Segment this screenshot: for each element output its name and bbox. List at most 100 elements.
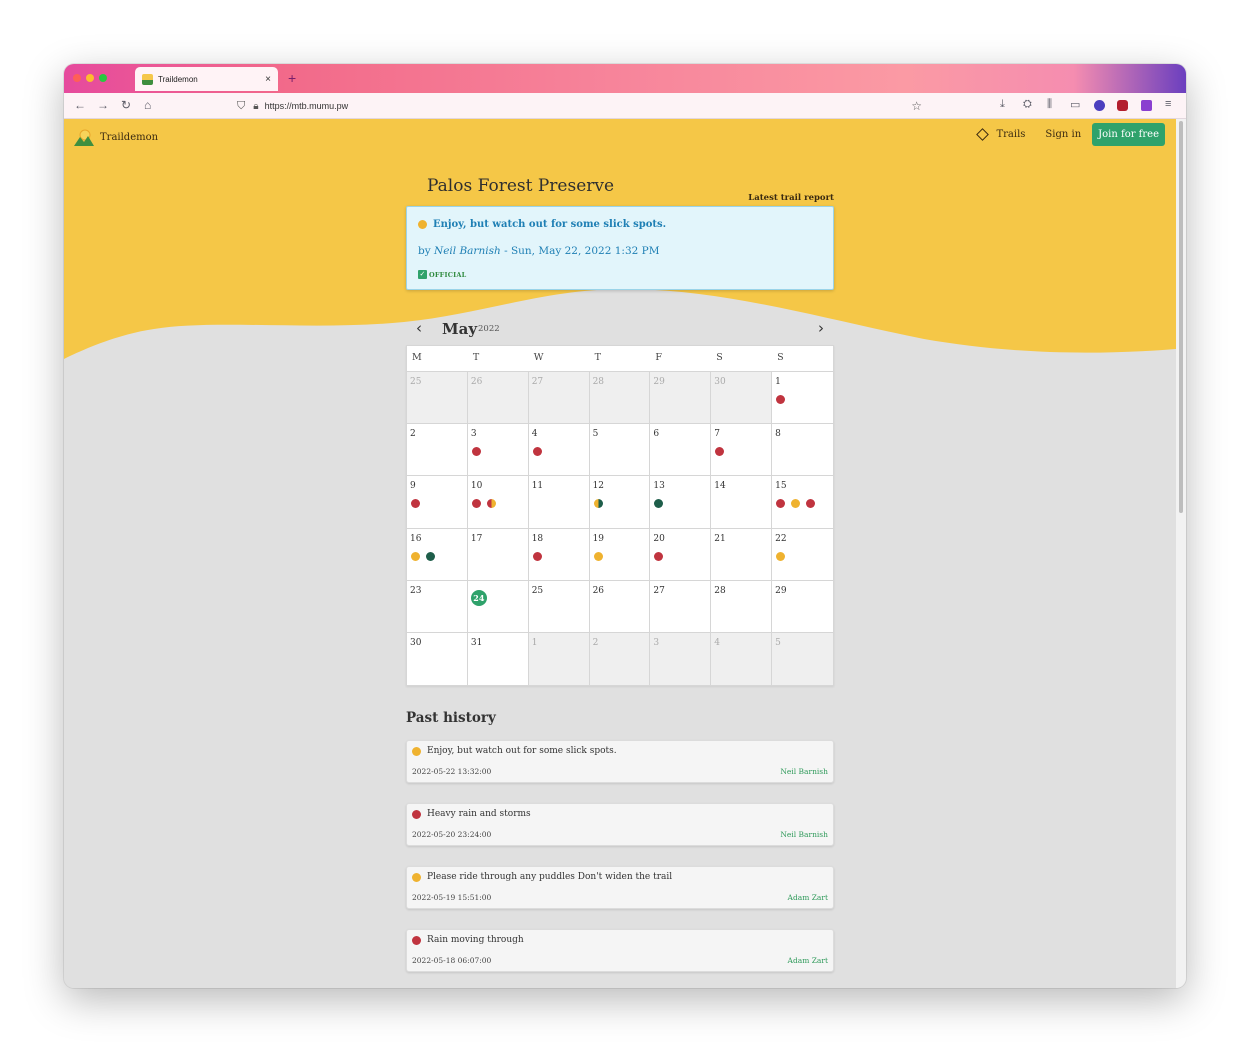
history-author-link[interactable]: Adam Zart <box>788 956 828 965</box>
calendar-day[interactable]: 15 <box>772 476 833 527</box>
report-status-dot-icon[interactable] <box>486 499 496 509</box>
history-item[interactable]: Rain moving through 2022-05-18 06:07:00 Ad… <box>406 929 834 972</box>
calendar-day[interactable]: 1 <box>772 372 833 423</box>
calendar-day[interactable]: 26 <box>590 580 651 632</box>
page-scrollbar[interactable] <box>1176 119 1186 988</box>
calendar-day[interactable]: 22 <box>772 529 833 580</box>
new-tab-button[interactable]: + <box>288 70 296 86</box>
next-month-button[interactable]: › <box>818 319 824 337</box>
sign-in-link[interactable]: Sign in <box>1045 129 1081 140</box>
calendar-day[interactable]: 30 <box>407 632 468 686</box>
calendar-day[interactable]: 29 <box>650 372 712 424</box>
report-status-dot-icon[interactable] <box>532 551 542 561</box>
report-status-dot-icon[interactable] <box>471 499 481 509</box>
report-author[interactable]: Neil Barnish <box>434 245 501 257</box>
report-status-dot-icon[interactable] <box>776 499 786 509</box>
calendar-day[interactable]: 12 <box>590 476 651 528</box>
sidebar-icon[interactable]: ▭ <box>1070 98 1080 111</box>
report-status-dot-icon[interactable] <box>411 551 420 561</box>
library-icon[interactable]: ⫼ <box>1047 98 1052 111</box>
extension-check-icon[interactable] <box>1141 100 1152 111</box>
downloads-icon[interactable]: ⤓ <box>1000 98 1005 111</box>
tracking-shield-icon[interactable]: ⛉ <box>237 100 245 113</box>
calendar-day[interactable]: 29 <box>772 581 833 632</box>
calendar-day[interactable]: 13 <box>650 476 712 528</box>
calendar-day[interactable]: 18 <box>529 528 590 580</box>
report-status-dot-icon[interactable] <box>532 447 542 457</box>
close-window-button[interactable] <box>73 74 81 82</box>
lock-icon[interactable]: 🔒︎ <box>253 101 258 112</box>
report-status-dot-icon[interactable] <box>776 551 786 561</box>
calendar-day[interactable]: 14 <box>711 476 773 528</box>
calendar-day[interactable]: 28 <box>711 580 773 632</box>
report-status-dot-icon[interactable] <box>776 395 786 404</box>
calendar-day[interactable]: 17 <box>468 528 529 580</box>
pocket-icon[interactable]: ⛭ <box>1023 98 1032 111</box>
reload-icon[interactable]: ↻ <box>121 98 131 112</box>
browser-tab[interactable]: Traildemon × <box>135 67 278 91</box>
calendar-day[interactable]: 3 <box>468 424 529 476</box>
calendar-day[interactable]: 9 <box>407 476 468 528</box>
url-text[interactable]: https://mtb.mumu.pw <box>265 101 349 111</box>
report-status-dot-icon[interactable] <box>426 551 435 561</box>
history-author-link[interactable]: Neil Barnish <box>780 830 828 839</box>
calendar-day[interactable]: 5 <box>590 424 651 476</box>
calendar-day[interactable]: 27 <box>528 372 590 424</box>
calendar-day[interactable]: 27 <box>650 580 712 632</box>
report-status-dot-icon[interactable] <box>715 447 725 457</box>
home-icon[interactable]: ⌂ <box>144 98 151 112</box>
calendar-day[interactable]: 4 <box>711 632 773 686</box>
calendar-day[interactable]: 8 <box>772 424 833 475</box>
calendar-day[interactable]: 26 <box>467 372 529 424</box>
calendar-day[interactable]: 19 <box>590 528 651 580</box>
calendar-day[interactable]: 10 <box>468 476 529 528</box>
calendar-day[interactable]: 7 <box>711 424 773 476</box>
scrollbar-thumb[interactable] <box>1179 121 1183 513</box>
calendar-day[interactable]: 2 <box>589 632 651 686</box>
calendar-day[interactable]: 2 <box>407 424 468 476</box>
extension-info-icon[interactable] <box>1094 100 1105 111</box>
report-status-dot-icon[interactable] <box>471 447 481 457</box>
calendar-day[interactable]: 25 <box>529 580 590 632</box>
calendar-day[interactable]: 1 <box>528 632 590 686</box>
extension-ublock-icon[interactable] <box>1117 100 1128 111</box>
history-author-link[interactable]: Adam Zart <box>788 893 828 902</box>
back-arrow-icon[interactable]: ← <box>74 98 86 112</box>
minimize-window-button[interactable] <box>86 74 94 82</box>
previous-month-button[interactable]: ‹ <box>416 319 422 337</box>
report-status-dot-icon[interactable] <box>654 499 664 509</box>
report-status-dot-icon[interactable] <box>806 499 816 509</box>
menu-hamburger-icon[interactable]: ≡ <box>1165 98 1171 110</box>
report-status-dot-icon[interactable] <box>411 499 420 509</box>
history-item[interactable]: Please ride through any puddles Don't wi… <box>406 866 834 909</box>
calendar-day[interactable]: 25 <box>407 372 468 424</box>
calendar-day[interactable]: 23 <box>407 580 468 632</box>
join-for-free-button[interactable]: Join for free <box>1092 123 1165 146</box>
bookmark-star-icon[interactable]: ☆ <box>911 99 922 113</box>
calendar-day[interactable]: 21 <box>711 528 773 580</box>
history-author-link[interactable]: Neil Barnish <box>780 767 828 776</box>
report-status-dot-icon[interactable] <box>593 551 603 561</box>
site-logo-link[interactable]: Traildemon <box>74 128 158 146</box>
calendar-day[interactable]: 5 <box>772 632 833 686</box>
tab-close-icon[interactable]: × <box>265 74 271 85</box>
calendar-day[interactable]: 20 <box>650 528 712 580</box>
report-status-dot-icon[interactable] <box>593 499 603 509</box>
report-status-dot-icon[interactable] <box>654 551 664 561</box>
calendar-day[interactable]: 24 <box>468 580 529 632</box>
history-item[interactable]: Heavy rain and storms 2022-05-20 23:24:00… <box>406 803 834 846</box>
history-item[interactable]: Enjoy, but watch out for some slick spot… <box>406 740 834 783</box>
report-status-dot-icon[interactable] <box>791 499 801 509</box>
address-bar[interactable]: ⛉ 🔒︎ https://mtb.mumu.pw ☆ <box>237 97 922 115</box>
calendar-day[interactable]: 3 <box>650 632 712 686</box>
maximize-window-button[interactable] <box>99 74 107 82</box>
calendar-day[interactable]: 30 <box>711 372 773 424</box>
calendar-day[interactable]: 11 <box>529 476 590 528</box>
trails-nav-link[interactable]: Trails <box>976 128 1025 141</box>
calendar-day[interactable]: 4 <box>529 424 590 476</box>
forward-arrow-icon[interactable]: → <box>97 98 109 112</box>
calendar-day[interactable]: 16 <box>407 528 468 580</box>
calendar-day[interactable]: 31 <box>468 632 529 686</box>
calendar-day[interactable]: 28 <box>589 372 651 424</box>
calendar-day[interactable]: 6 <box>650 424 712 476</box>
